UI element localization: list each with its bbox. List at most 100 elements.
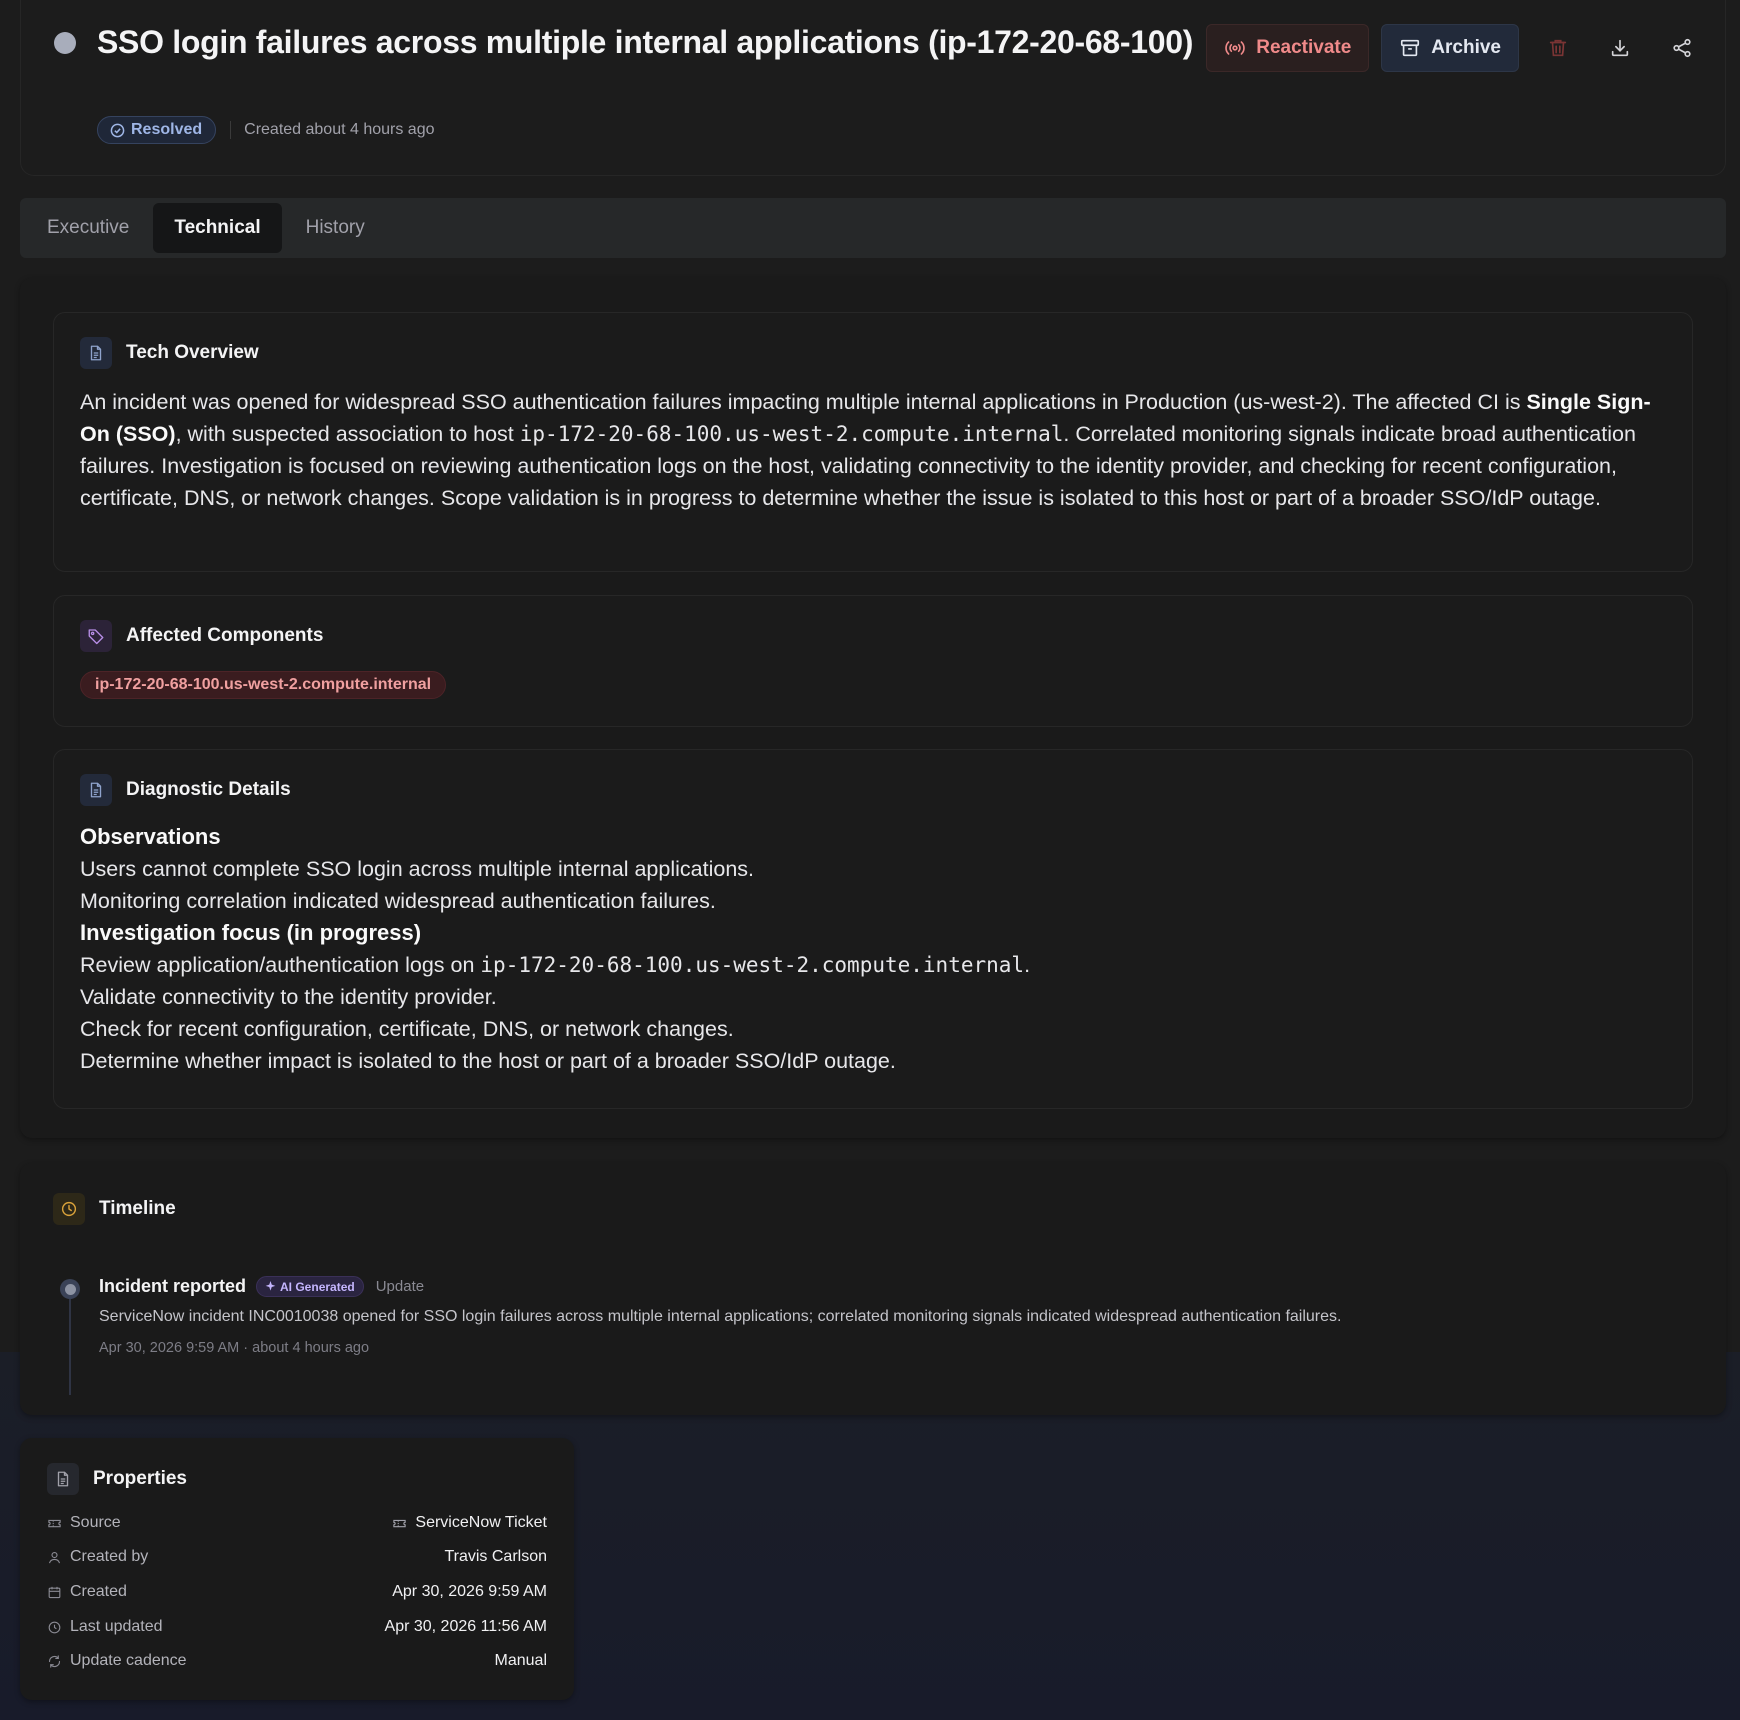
properties-header: Properties [47, 1463, 187, 1495]
tech-overview-part2: , with suspected association to host [175, 422, 520, 446]
download-button[interactable] [1597, 25, 1643, 71]
share-icon [1673, 38, 1691, 58]
status-badge-label: Resolved [131, 121, 203, 138]
property-value-label: ServiceNow Ticket [415, 1514, 547, 1531]
property-value: Apr 30, 2026 11:56 AM [384, 1618, 547, 1635]
property-key: Last updated [47, 1618, 163, 1636]
broadcast-icon [1225, 41, 1246, 55]
share-button[interactable] [1659, 25, 1705, 71]
investigation-item: Check for recent configuration, certific… [80, 1017, 734, 1041]
incident-meta: Resolved Created about 4 hours ago [97, 116, 435, 144]
property-key-label: Update cadence [70, 1652, 187, 1669]
ticket-icon [48, 1519, 61, 1527]
timeline-card: Timeline Incident reported AI Generated … [20, 1163, 1726, 1415]
host-code: ip-172-20-68-100.us-west-2.compute.inter… [480, 953, 1025, 977]
technical-panel: Tech Overview An incident was opened for… [20, 278, 1726, 1138]
reactivate-button[interactable]: Reactivate [1206, 24, 1370, 72]
diagnostic-details-header: Diagnostic Details [80, 774, 291, 806]
tag-icon [80, 620, 112, 652]
tab-executive[interactable]: Executive [26, 203, 150, 253]
observations-heading: Observations [80, 824, 221, 849]
archive-label: Archive [1431, 37, 1501, 58]
ticket-icon [393, 1519, 407, 1527]
clock-icon [48, 1621, 61, 1633]
tab-history[interactable]: History [285, 203, 386, 253]
refresh-icon [48, 1654, 61, 1668]
trash-icon [1549, 39, 1567, 57]
delete-button[interactable] [1535, 25, 1581, 71]
investigation-item: Review application/authentication logs o… [80, 949, 1680, 981]
timeline-event-time: Apr 30, 2026 9:59 AM · about 4 hours ago [99, 1340, 369, 1356]
affected-components-title: Affected Components [126, 625, 324, 646]
ai-badge-label: AI Generated [280, 1279, 355, 1294]
document-icon [80, 774, 112, 806]
tech-overview-part1: An incident was opened for widespread SS… [80, 390, 1527, 414]
reactivate-label: Reactivate [1256, 37, 1352, 58]
property-key: Update cadence [47, 1652, 187, 1670]
timeline-event-title: Incident reported [99, 1276, 247, 1296]
status-indicator-dot [54, 32, 76, 54]
timeline-header: Timeline [53, 1193, 176, 1225]
timeline-timestamp: Apr 30, 2026 9:59 AM [99, 1340, 240, 1356]
affected-components-section: Affected Components ip-172-20-68-100.us-… [53, 595, 1693, 727]
ai-generated-badge: AI Generated [256, 1276, 364, 1297]
property-key: Created [47, 1583, 127, 1601]
property-key: Source [47, 1514, 121, 1532]
sparkle-icon [265, 1281, 276, 1291]
calendar-icon [48, 1586, 61, 1598]
properties-card: Properties Source ServiceNow Ticket Crea… [20, 1438, 574, 1700]
tech-overview-header: Tech Overview [80, 337, 259, 369]
diagnostic-details-title: Diagnostic Details [126, 779, 291, 800]
timeline-event-type: Update [375, 1278, 425, 1295]
meta-divider [230, 121, 232, 139]
timeline-dot [60, 1279, 80, 1299]
timeline-event-description: ServiceNow incident INC0010038 opened fo… [99, 1308, 1342, 1325]
property-update-cadence: Update cadence Manual [47, 1650, 547, 1672]
header-actions: Reactivate Archive [1206, 24, 1705, 72]
timeline-event-header: Incident reported AI Generated Update [99, 1276, 424, 1297]
check-circle-icon [110, 123, 125, 137]
property-value: Manual [494, 1652, 547, 1669]
component-chip[interactable]: ip-172-20-68-100.us-west-2.compute.inter… [80, 671, 447, 699]
user-icon [48, 1551, 61, 1563]
property-value: Apr 30, 2026 9:59 AM [392, 1583, 547, 1600]
diagnostic-details-section: Diagnostic Details Observations Users ca… [53, 749, 1693, 1109]
incident-header: SSO login failures across multiple inter… [20, 0, 1726, 176]
property-key: Created by [47, 1548, 148, 1566]
property-key-label: Last updated [70, 1618, 163, 1635]
tech-overview-section: Tech Overview An incident was opened for… [53, 312, 1693, 572]
property-last-updated: Last updated Apr 30, 2026 11:56 AM [47, 1616, 547, 1638]
property-key-label: Created by [70, 1548, 149, 1565]
view-tabs: Executive Technical History [20, 198, 1726, 258]
property-created-by: Created by Travis Carlson [47, 1546, 547, 1568]
tech-overview-title: Tech Overview [126, 342, 259, 363]
timeline-title: Timeline [99, 1198, 176, 1219]
property-value: Travis Carlson [444, 1548, 547, 1565]
property-value: ServiceNow Ticket [392, 1514, 547, 1532]
observation-item: Users cannot complete SSO login across m… [80, 857, 754, 881]
observation-item: Monitoring correlation indicated widespr… [80, 889, 716, 913]
incident-title: SSO login failures across multiple inter… [97, 24, 1194, 60]
property-key-label: Created [70, 1583, 127, 1600]
created-relative: Created about 4 hours ago [244, 121, 435, 138]
status-badge: Resolved [97, 116, 217, 144]
archive-button[interactable]: Archive [1381, 24, 1519, 72]
investigation-item: Validate connectivity to the identity pr… [80, 985, 497, 1009]
investigation-text: Review application/authentication logs o… [80, 953, 481, 977]
tech-overview-text: An incident was opened for widespread SS… [80, 386, 1680, 514]
archive-icon [1401, 39, 1420, 57]
property-created: Created Apr 30, 2026 9:59 AM [47, 1581, 547, 1603]
timeline-relative-time: about 4 hours ago [252, 1340, 370, 1356]
download-icon [1611, 39, 1629, 57]
timeline-connector [69, 1289, 71, 1395]
investigation-heading: Investigation focus (in progress) [80, 920, 422, 945]
diagnostic-details-body: Observations Users cannot complete SSO l… [80, 821, 1680, 1077]
property-key-label: Source [70, 1514, 121, 1531]
host-code: ip-172-20-68-100.us-west-2.compute.inter… [519, 422, 1064, 446]
tab-technical[interactable]: Technical [153, 203, 282, 253]
properties-title: Properties [93, 1468, 187, 1489]
affected-components-header: Affected Components [80, 620, 323, 652]
investigation-text-end: . [1024, 953, 1031, 977]
timeline-dot-separator: · [243, 1340, 253, 1356]
property-source: Source ServiceNow Ticket [47, 1512, 547, 1534]
